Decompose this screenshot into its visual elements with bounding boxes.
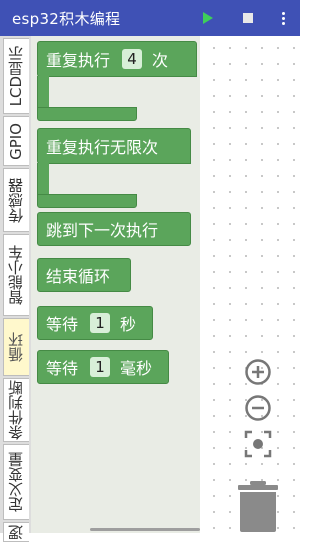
recenter-icon[interactable] [244, 430, 272, 458]
break-block[interactable]: 结束循环 [37, 258, 131, 292]
tab-sensor[interactable]: 传感器 [3, 168, 29, 232]
wait-ms-input[interactable]: 1 [90, 357, 111, 377]
block-footer [37, 194, 137, 208]
tab-label: 定义变量 [7, 452, 25, 512]
block-footer [37, 107, 137, 121]
wait-seconds-input[interactable]: 1 [90, 313, 111, 333]
more-vert-icon[interactable] [276, 8, 290, 28]
app-title: esp32积木编程 [12, 10, 121, 28]
block-label: 结束循环 [46, 267, 111, 286]
block-label: 重复执行无限次 [46, 138, 159, 157]
block-header: 重复执行无限次 [37, 128, 191, 164]
tab-label: LCD显示 [7, 45, 25, 107]
wait-seconds-block[interactable]: 等待 1 秒 [37, 306, 153, 340]
tab-smart-car[interactable]: 智能小车 [3, 234, 29, 316]
block-label: 重复执行 [46, 51, 111, 70]
tab-loop[interactable]: 循环 [3, 318, 29, 376]
tab-label: 循环 [7, 332, 25, 362]
block-suffix: 次 [152, 51, 169, 70]
tab-label: 智能小车 [7, 245, 25, 305]
block-arm [37, 76, 49, 108]
block-suffix: 毫秒 [120, 359, 153, 378]
wait-ms-block[interactable]: 等待 1 毫秒 [37, 350, 169, 384]
tab-label: 传感器 [7, 177, 25, 223]
repeat-forever-block[interactable]: 重复执行无限次 [37, 128, 191, 208]
tab-label: 条件判断 [7, 380, 25, 440]
tab-logic[interactable]: 逻 [3, 522, 29, 542]
workspace-canvas[interactable] [200, 36, 300, 533]
app-bar: esp32积木编程 [0, 0, 300, 36]
zoom-out-icon[interactable] [244, 394, 272, 422]
zoom-in-icon[interactable] [244, 358, 272, 386]
continue-block[interactable]: 跳到下一次执行 [37, 212, 191, 246]
block-suffix: 秒 [120, 315, 137, 334]
tab-label: GPIO [7, 122, 25, 160]
tab-gpio[interactable]: GPIO [3, 116, 29, 166]
block-label: 跳到下一次执行 [46, 221, 159, 240]
tab-condition[interactable]: 条件判断 [3, 378, 29, 442]
repeat-count-input[interactable]: 4 [122, 49, 143, 69]
horizontal-scrollbar[interactable] [90, 528, 200, 531]
repeat-times-block[interactable]: 重复执行 4 次 [37, 41, 197, 121]
block-label: 等待 [46, 359, 79, 378]
block-arm [37, 163, 49, 195]
stop-icon[interactable] [240, 8, 256, 28]
play-icon[interactable] [200, 8, 216, 28]
trash-icon[interactable] [236, 480, 280, 532]
block-flyout: 重复执行 4 次 重复执行无限次 跳到下一次执行 结束循环 等待 1 秒 等待 … [31, 36, 200, 533]
category-tabs: LCD显示 GPIO 传感器 智能小车 循环 条件判断 定义变量 逻 [0, 36, 32, 542]
block-header: 重复执行 4 次 [37, 41, 197, 77]
block-label: 等待 [46, 315, 79, 334]
tab-variables[interactable]: 定义变量 [3, 444, 29, 520]
tab-label: 逻 [7, 524, 25, 540]
tab-lcd-display[interactable]: LCD显示 [3, 38, 29, 114]
